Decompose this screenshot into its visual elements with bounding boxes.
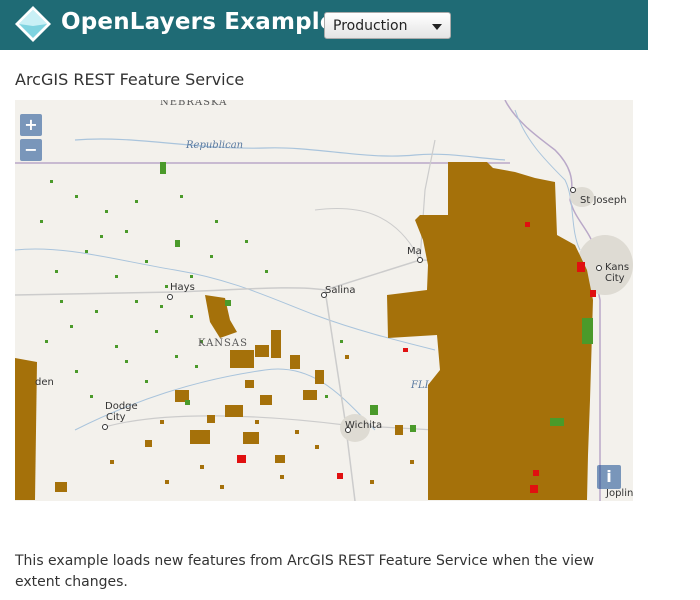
map-label-salina: Salina — [325, 285, 356, 296]
map-label-wichita: Wichita — [345, 420, 383, 431]
map-label-nebraska: NEBRASKA — [160, 100, 228, 108]
map-canvas — [15, 100, 633, 501]
map-label-republican: Republican — [186, 140, 244, 151]
map-label-kansas-city-2: City — [605, 273, 625, 284]
map-label-joplin: Joplin — [606, 488, 633, 499]
map-label-garden: den — [35, 377, 54, 388]
map-label-fli: FLI — [411, 380, 429, 391]
map-viewport[interactable]: NEBRASKA Republican St Joseph Kans City … — [15, 100, 633, 501]
map-label-dodge-2: City — [106, 412, 126, 423]
openlayers-logo-icon[interactable] — [14, 5, 52, 43]
map-label-dodge-1: Dodge — [105, 401, 138, 412]
example-description: This example loads new features from Arc… — [15, 553, 595, 590]
zoom-in-button[interactable]: + — [20, 114, 42, 136]
attribution-info-button[interactable]: i — [597, 465, 621, 489]
map-label-kansas: KANSAS — [198, 338, 248, 349]
page-title: ArcGIS REST Feature Service — [15, 70, 245, 89]
zoom-out-button[interactable]: − — [20, 139, 42, 161]
map-label-kansas-city-1: Kans — [605, 262, 630, 273]
brand-title[interactable]: OpenLayers Examples — [61, 9, 350, 35]
header-bar: OpenLayers Examples Production — [0, 0, 648, 50]
version-select[interactable]: Production — [324, 12, 451, 39]
map-label-st-joseph: St Joseph — [580, 195, 627, 206]
chevron-down-icon — [432, 24, 442, 30]
version-select-value: Production — [333, 18, 408, 34]
map-label-hays: Hays — [170, 282, 195, 293]
map-label-manhattan: Ma — [407, 246, 422, 257]
